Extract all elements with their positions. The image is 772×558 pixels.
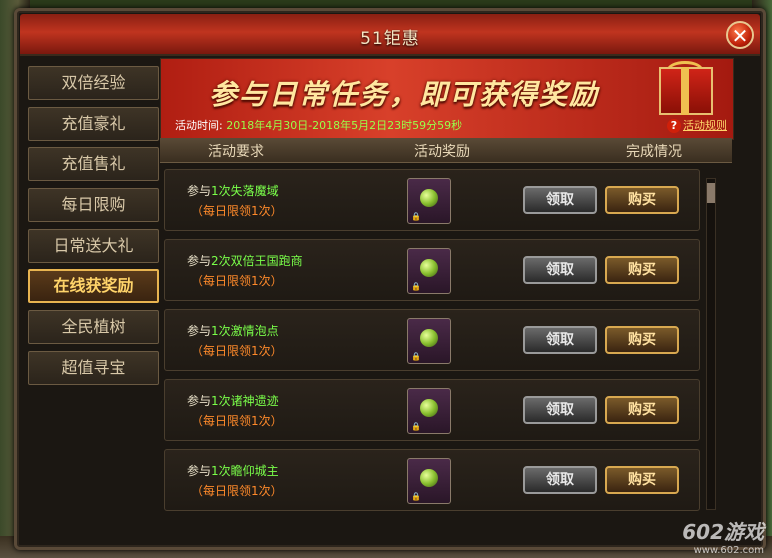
sidebar-item-double-exp[interactable]: 双倍经验 xyxy=(28,66,159,100)
gem-icon xyxy=(420,469,438,487)
lock-icon: 🔒 xyxy=(411,212,421,221)
task-prefix: 参与 xyxy=(187,324,212,338)
sidebar-item-recharge-sale[interactable]: 充值售礼 xyxy=(28,147,159,182)
event-rules-label: 活动规则 xyxy=(683,119,727,132)
gem-icon xyxy=(420,189,438,207)
daily-limit: （每日限领1次） xyxy=(191,414,283,428)
sidebar-item-daily-gift[interactable]: 日常送大礼 xyxy=(28,228,159,263)
claim-button[interactable]: 领取 xyxy=(523,186,597,214)
event-banner: 参与日常任务，即可获得奖励 活动时间: 2018年4月30日-2018年5月2日… xyxy=(160,58,734,140)
gift-box-icon xyxy=(659,67,713,115)
task-name: 1次诸神遗迹 xyxy=(211,394,279,408)
task-requirement: 参与1次诸神遗迹 xyxy=(187,392,279,409)
buy-button[interactable]: 购买 xyxy=(605,256,679,284)
task-prefix: 参与 xyxy=(187,254,212,268)
daily-limit: （每日限领1次） xyxy=(191,344,283,358)
help-icon: ? xyxy=(667,119,681,133)
daily-limit: （每日限领1次） xyxy=(191,274,283,288)
sidebar-item-treasure-hunt[interactable]: 超值寻宝 xyxy=(28,350,159,385)
window-title: 51钜惠 xyxy=(360,29,420,49)
task-requirement: 参与1次激情泡点 xyxy=(187,322,279,339)
task-name: 1次瞻仰城主 xyxy=(211,464,279,478)
gem-icon xyxy=(420,259,438,277)
event-time: 活动时间: 2018年4月30日-2018年5月2日23时59分59秒 xyxy=(175,117,462,133)
list-scrollbar[interactable] xyxy=(706,178,716,510)
scrollbar-thumb[interactable] xyxy=(707,183,715,203)
claim-button[interactable]: 领取 xyxy=(523,396,597,424)
buy-button[interactable]: 购买 xyxy=(605,466,679,494)
reward-slot[interactable]: 🔒 xyxy=(407,248,451,294)
gem-icon xyxy=(420,399,438,417)
table-row: 参与1次瞻仰城主 （每日限领1次） 🔒 领取 购买 xyxy=(164,449,700,511)
task-prefix: 参与 xyxy=(187,464,212,478)
task-name: 2次双倍王国跑商 xyxy=(211,254,303,268)
banner-title: 参与日常任务，即可获得奖励 xyxy=(209,78,600,111)
reward-slot[interactable]: 🔒 xyxy=(407,458,451,504)
table-header: 活动要求 活动奖励 完成情况 xyxy=(160,138,732,163)
header-status: 完成情况 xyxy=(626,144,682,160)
header-reward: 活动奖励 xyxy=(414,144,470,160)
reward-slot[interactable]: 🔒 xyxy=(407,388,451,434)
reward-slot[interactable]: 🔒 xyxy=(407,318,451,364)
gem-icon xyxy=(420,329,438,347)
sidebar: 双倍经验 充值豪礼 充值售礼 每日限购 日常送大礼 在线获奖励 全民植树 超值寻… xyxy=(28,66,159,392)
task-requirement: 参与1次失落魔域 xyxy=(187,182,279,199)
buy-button[interactable]: 购买 xyxy=(605,326,679,354)
sidebar-item-daily-limit[interactable]: 每日限购 xyxy=(28,188,159,223)
event-time-value: 2018年4月30日-2018年5月2日23时59分59秒 xyxy=(226,119,463,132)
table-row: 参与2次双倍王国跑商 （每日限领1次） 🔒 领取 购买 xyxy=(164,239,700,301)
header-requirement: 活动要求 xyxy=(208,144,264,160)
task-name: 1次失落魔域 xyxy=(211,184,279,198)
task-name: 1次激情泡点 xyxy=(211,324,279,338)
close-button[interactable]: ✕ xyxy=(726,21,754,49)
event-time-label: 活动时间: xyxy=(175,119,223,132)
buy-button[interactable]: 购买 xyxy=(605,186,679,214)
table-row: 参与1次失落魔域 （每日限领1次） 🔒 领取 购买 xyxy=(164,169,700,231)
lock-icon: 🔒 xyxy=(411,422,421,431)
claim-button[interactable]: 领取 xyxy=(523,466,597,494)
daily-limit: （每日限领1次） xyxy=(191,484,283,498)
lock-icon: 🔒 xyxy=(411,492,421,501)
task-requirement: 参与1次瞻仰城主 xyxy=(187,462,279,479)
lock-icon: 🔒 xyxy=(411,282,421,291)
buy-button[interactable]: 购买 xyxy=(605,396,679,424)
site-watermark: 602游戏 www.602.com xyxy=(682,516,764,556)
task-prefix: 参与 xyxy=(187,394,212,408)
claim-button[interactable]: 领取 xyxy=(523,326,597,354)
title-bar: 51钜惠 ✕ xyxy=(20,14,760,56)
task-requirement: 参与2次双倍王国跑商 xyxy=(187,252,303,269)
task-prefix: 参与 xyxy=(187,184,212,198)
table-row: 参与1次激情泡点 （每日限领1次） 🔒 领取 购买 xyxy=(164,309,700,371)
daily-limit: （每日限领1次） xyxy=(191,204,283,218)
claim-button[interactable]: 领取 xyxy=(523,256,597,284)
sidebar-item-recharge-gift[interactable]: 充值豪礼 xyxy=(28,106,159,141)
table-row: 参与1次诸神遗迹 （每日限领1次） 🔒 领取 购买 xyxy=(164,379,700,441)
watermark-url: www.602.com xyxy=(693,545,764,556)
watermark-text: 602游戏 xyxy=(682,520,764,544)
sidebar-item-tree-planting[interactable]: 全民植树 xyxy=(28,310,159,345)
event-rules-link[interactable]: ? 活动规则 xyxy=(667,117,727,133)
task-list: 参与1次失落魔域 （每日限领1次） 🔒 领取 购买 参与2次双倍王国跑商 （每日… xyxy=(164,169,700,519)
reward-slot[interactable]: 🔒 xyxy=(407,178,451,224)
sidebar-item-online-reward[interactable]: 在线获奖励 xyxy=(28,269,159,304)
lock-icon: 🔒 xyxy=(411,352,421,361)
